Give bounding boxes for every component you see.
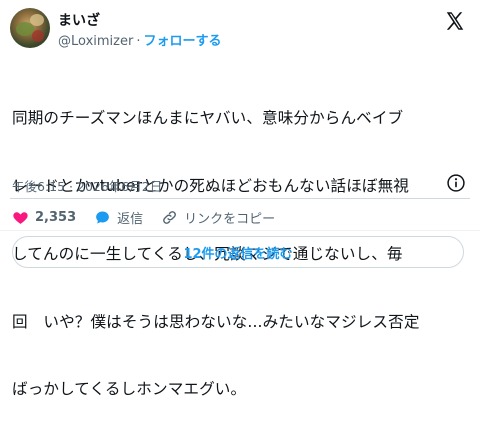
separator-dot: · <box>136 34 141 49</box>
tweet-timestamp[interactable]: 午後6:15 · 2026年6月2日 <box>12 176 162 195</box>
author-name[interactable]: まいざ <box>58 10 100 30</box>
copy-link-button[interactable]: リンクをコピー <box>161 208 275 227</box>
handle-row: @Loximizer · フォローする <box>58 30 221 49</box>
action-bar: 2,353 返信 リンクをコピー <box>12 207 293 227</box>
divider <box>0 230 480 231</box>
like-count: 2,353 <box>35 209 77 225</box>
info-icon[interactable] <box>446 173 466 193</box>
reply-label: 返信 <box>117 211 144 227</box>
tweet-line: ばっかしてくるしホンマエグい。 <box>12 380 247 399</box>
link-icon <box>163 210 177 224</box>
tweet-line: 同期のチーズマンほんまにヤバい、意味分からんベイブ <box>12 109 404 128</box>
tweet-line: 回 いや？僕はそうは思わないな...みたいなマジレス否定 <box>12 312 420 331</box>
like-button[interactable]: 2,353 <box>12 209 76 226</box>
tweet-card: まいざ @Loximizer · フォローする 同期のチーズマンほんまにヤバい、意味… <box>0 0 480 398</box>
divider <box>10 198 470 199</box>
reply-bubble-icon <box>96 210 109 224</box>
copy-link-label: リンクをコピー <box>184 211 276 227</box>
avatar[interactable] <box>10 8 50 48</box>
follow-button[interactable]: フォローする <box>143 34 221 49</box>
read-replies-button[interactable]: 12件の返信を読む <box>12 236 464 268</box>
reply-button[interactable]: 返信 <box>94 208 143 227</box>
x-logo-icon[interactable] <box>444 10 466 32</box>
author-handle[interactable]: @Loximizer <box>58 34 133 49</box>
heart-icon <box>13 211 28 224</box>
